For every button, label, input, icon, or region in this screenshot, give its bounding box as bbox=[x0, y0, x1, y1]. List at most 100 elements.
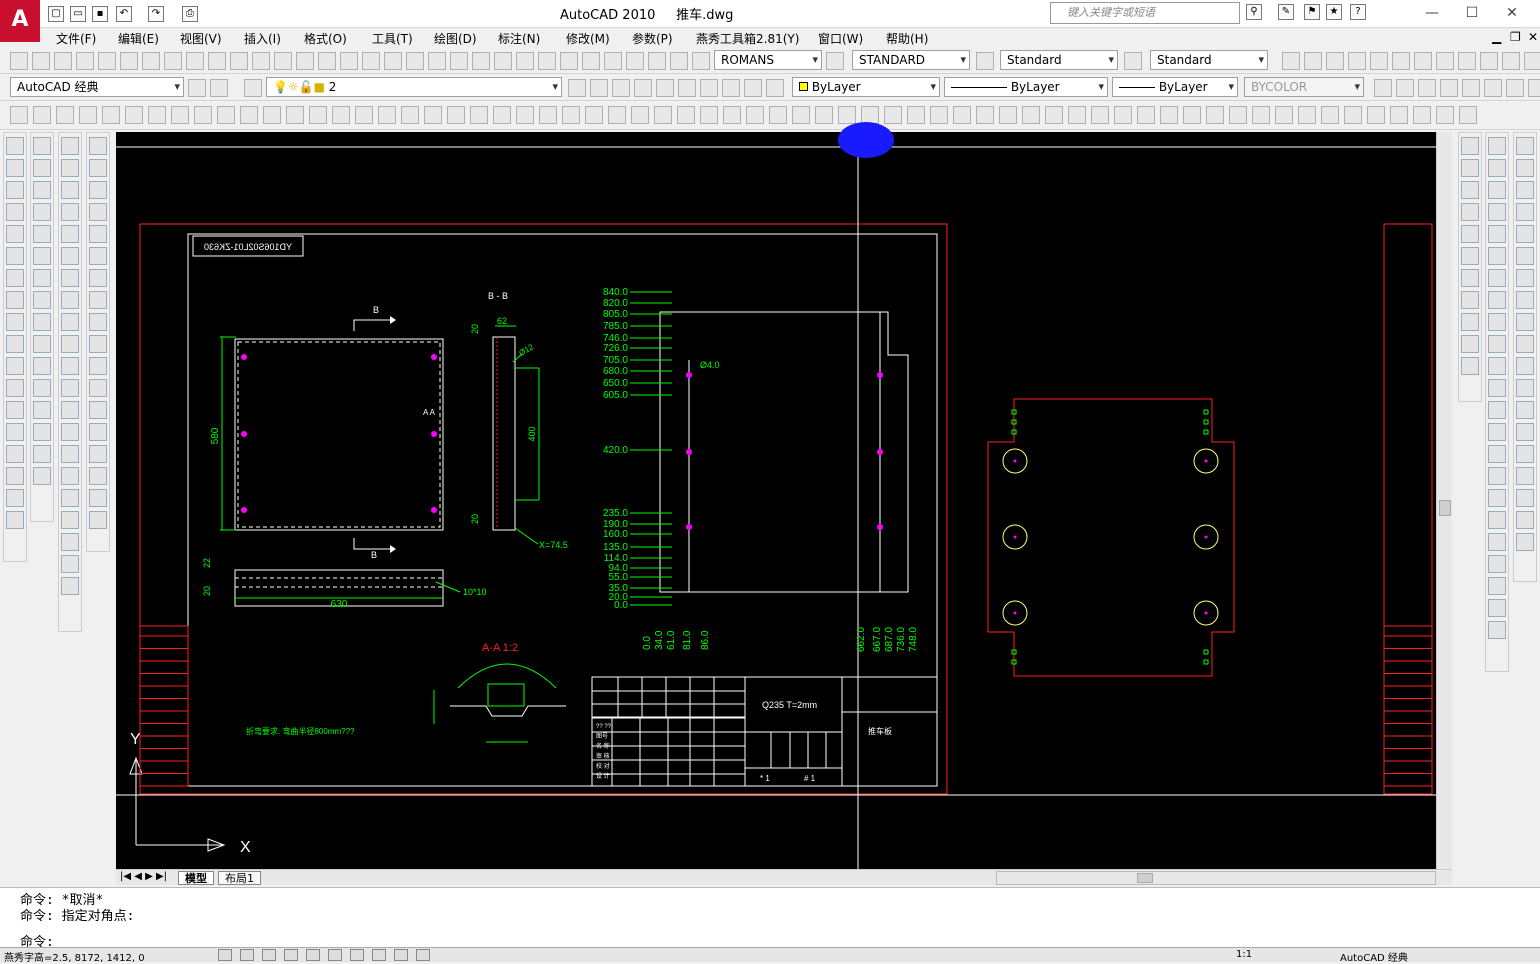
toolbar-icon[interactable] bbox=[296, 52, 314, 70]
toolbar-icon[interactable] bbox=[1516, 379, 1534, 397]
toolbar-icon[interactable] bbox=[318, 52, 336, 70]
toolbar-icon[interactable] bbox=[1304, 52, 1322, 70]
toolbar-icon[interactable] bbox=[33, 467, 51, 485]
toolbar-icon[interactable] bbox=[1370, 52, 1388, 70]
menu-tools[interactable]: 工具(T) bbox=[372, 30, 413, 47]
toolbar-icon[interactable] bbox=[61, 467, 79, 485]
toolbar-icon[interactable] bbox=[1488, 577, 1506, 595]
toolbar-icon[interactable] bbox=[1091, 106, 1109, 124]
toolbar-icon[interactable] bbox=[89, 137, 107, 155]
toolbar-icon[interactable] bbox=[61, 203, 79, 221]
toolbar-icon[interactable] bbox=[6, 159, 24, 177]
toolbar-icon[interactable] bbox=[1488, 621, 1506, 639]
toolbar-icon[interactable] bbox=[656, 79, 674, 97]
toolbar-icon[interactable] bbox=[539, 106, 557, 124]
toolbar-icon[interactable] bbox=[332, 106, 350, 124]
maximize-icon[interactable]: ☐ bbox=[1454, 2, 1490, 24]
toolbar-icon[interactable] bbox=[1348, 52, 1366, 70]
toolbar-icon[interactable] bbox=[89, 445, 107, 463]
toolbar-icon[interactable] bbox=[33, 445, 51, 463]
toolbar-icon[interactable] bbox=[604, 52, 622, 70]
drawing-canvas[interactable]: YD106S02L01-ZK630 580 A A B B B - B 62 4… bbox=[116, 132, 1436, 869]
toolbar-icon[interactable] bbox=[1068, 106, 1086, 124]
toolbar-icon[interactable] bbox=[1418, 79, 1436, 97]
toolbar-icon[interactable] bbox=[125, 106, 143, 124]
toolbar-icon[interactable] bbox=[230, 52, 248, 70]
undo-icon[interactable]: ↶ bbox=[116, 6, 132, 22]
toolbar-icon[interactable] bbox=[1488, 181, 1506, 199]
toolbar-icon[interactable] bbox=[1344, 106, 1362, 124]
toolbar-icon[interactable] bbox=[1488, 159, 1506, 177]
autocad-logo-icon[interactable]: A bbox=[0, 0, 40, 42]
toolbar-icon[interactable] bbox=[61, 489, 79, 507]
toolbar-icon[interactable] bbox=[1488, 379, 1506, 397]
toolbar-icon[interactable] bbox=[406, 52, 424, 70]
toolbar-icon[interactable] bbox=[1392, 52, 1410, 70]
toolbar-icon[interactable] bbox=[33, 269, 51, 287]
toolbar-icon[interactable] bbox=[54, 52, 72, 70]
toolbar-icon[interactable] bbox=[582, 52, 600, 70]
menu-draw[interactable]: 绘图(D) bbox=[434, 30, 477, 47]
toolbar-icon[interactable] bbox=[33, 106, 51, 124]
toolbar-icon[interactable] bbox=[999, 106, 1017, 124]
toolbar-icon[interactable] bbox=[309, 106, 327, 124]
toolbar-icon[interactable] bbox=[1298, 106, 1316, 124]
plot-icon[interactable]: ⎙ bbox=[182, 6, 198, 22]
plotstyle-select[interactable]: BYCOLOR bbox=[1244, 77, 1364, 97]
toolbar-icon[interactable] bbox=[1488, 423, 1506, 441]
toolbar-icon[interactable] bbox=[1488, 357, 1506, 375]
toolbar-icon[interactable] bbox=[61, 555, 79, 573]
toolbar-icon[interactable] bbox=[744, 79, 762, 97]
toolbar-icon[interactable] bbox=[61, 269, 79, 287]
text-style-select[interactable]: ROMANS bbox=[714, 50, 822, 70]
toolbar-icon[interactable] bbox=[10, 106, 28, 124]
toolbar-icon[interactable] bbox=[1488, 467, 1506, 485]
toolbar-icon[interactable] bbox=[612, 79, 630, 97]
toolbar-icon[interactable] bbox=[516, 52, 534, 70]
toolbar-icon[interactable] bbox=[516, 106, 534, 124]
workspace-select[interactable]: AutoCAD 经典 bbox=[10, 77, 184, 97]
toolbar-icon[interactable] bbox=[1252, 106, 1270, 124]
toolbar-icon[interactable] bbox=[148, 106, 166, 124]
toolbar-icon[interactable] bbox=[164, 52, 182, 70]
status-toggle-icon[interactable] bbox=[240, 949, 254, 961]
doc-minimize-icon[interactable]: ▁ bbox=[1492, 30, 1501, 44]
save-icon[interactable]: ▪ bbox=[92, 6, 108, 22]
toolbar-icon[interactable] bbox=[1461, 291, 1479, 309]
toolbar-icon[interactable] bbox=[1461, 159, 1479, 177]
toolbar-icon[interactable] bbox=[447, 106, 465, 124]
toolbar-icon[interactable] bbox=[631, 106, 649, 124]
toolbar-icon[interactable] bbox=[1396, 79, 1414, 97]
toolbar-icon[interactable] bbox=[1414, 52, 1432, 70]
toolbar-icon[interactable] bbox=[6, 379, 24, 397]
subscription-icon[interactable]: ✎ bbox=[1278, 4, 1294, 20]
menu-insert[interactable]: 插入(I) bbox=[244, 30, 281, 47]
toolbar-icon[interactable] bbox=[1516, 445, 1534, 463]
horizontal-scroll-thumb[interactable] bbox=[1137, 873, 1153, 883]
toolbar-icon[interactable] bbox=[1516, 313, 1534, 331]
toolbar-icon[interactable] bbox=[355, 106, 373, 124]
toolbar-icon[interactable] bbox=[692, 52, 710, 70]
toolbar-icon[interactable] bbox=[493, 106, 511, 124]
toolbar-icon[interactable] bbox=[1516, 511, 1534, 529]
doc-restore-icon[interactable]: ❐ bbox=[1510, 30, 1521, 44]
status-toggle-icon[interactable] bbox=[284, 949, 298, 961]
open-icon[interactable]: ▭ bbox=[70, 6, 86, 22]
toolbar-icon[interactable] bbox=[1022, 106, 1040, 124]
toolbar-icon[interactable] bbox=[33, 401, 51, 419]
toolbar-icon[interactable] bbox=[1516, 203, 1534, 221]
toolbar-icon[interactable] bbox=[1160, 106, 1178, 124]
toolbar-icon[interactable] bbox=[815, 106, 833, 124]
toolbar-icon[interactable] bbox=[1488, 313, 1506, 331]
toolbar-icon[interactable] bbox=[61, 137, 79, 155]
toolbar-icon[interactable] bbox=[89, 511, 107, 529]
menu-modify[interactable]: 修改(M) bbox=[566, 30, 610, 47]
toolbar-icon[interactable] bbox=[1124, 52, 1142, 70]
binoculars-icon[interactable]: ⚲ bbox=[1246, 4, 1262, 20]
toolbar-icon[interactable] bbox=[907, 106, 925, 124]
toolbar-icon[interactable] bbox=[32, 52, 50, 70]
layer-select[interactable]: 💡☼🔓■ 2 bbox=[266, 77, 562, 97]
toolbar-icon[interactable] bbox=[362, 52, 380, 70]
toolbar-icon[interactable] bbox=[1516, 137, 1534, 155]
toolbar-icon[interactable] bbox=[171, 106, 189, 124]
